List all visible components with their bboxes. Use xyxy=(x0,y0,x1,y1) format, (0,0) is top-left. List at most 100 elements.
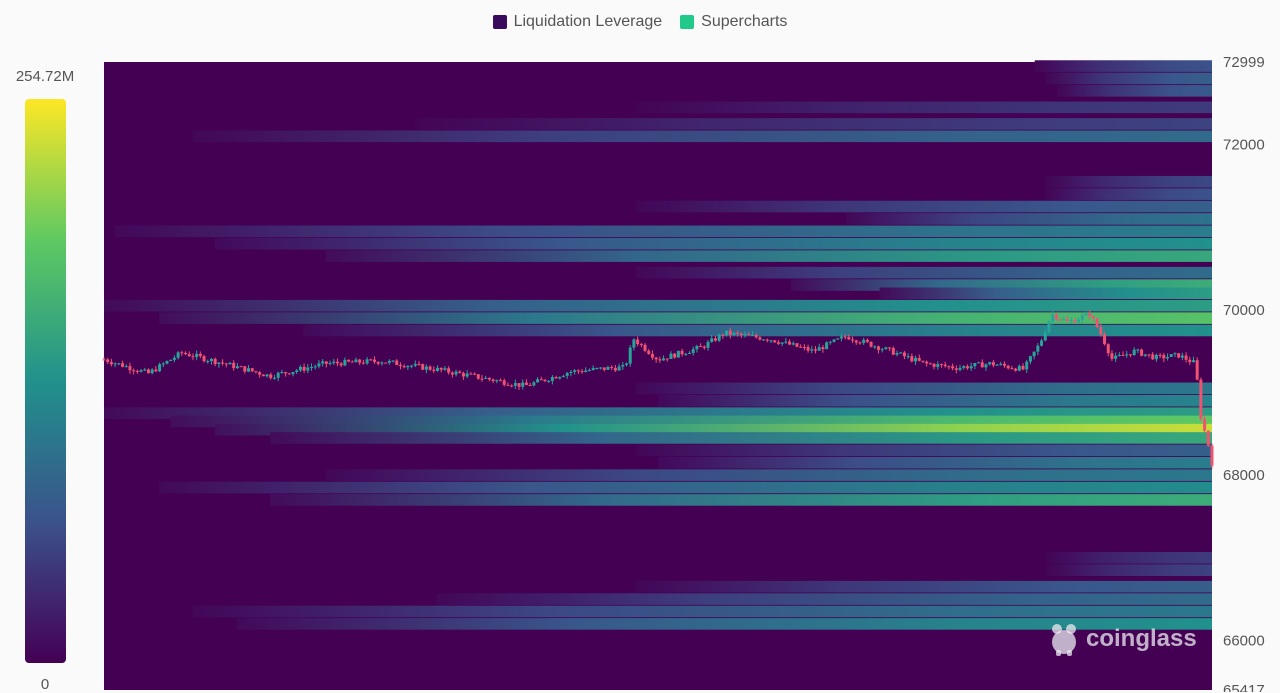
candle-body xyxy=(832,339,836,342)
candle-body xyxy=(1110,353,1114,359)
candle-body xyxy=(328,363,332,365)
candle-body xyxy=(836,338,840,340)
heat-band xyxy=(658,394,1212,407)
candle-body xyxy=(1173,353,1177,355)
candle-body xyxy=(1025,361,1029,370)
candle-body xyxy=(769,340,773,342)
candle-body xyxy=(743,334,747,336)
candle-body xyxy=(725,330,729,336)
heat-band xyxy=(1034,60,1212,72)
candle-body xyxy=(839,336,843,339)
heat-band xyxy=(879,287,1212,300)
candle-body xyxy=(980,362,984,368)
candle-body xyxy=(825,342,829,350)
candle-body xyxy=(369,359,373,361)
y-tick-label: 72999 xyxy=(1223,54,1265,71)
candle-body xyxy=(150,369,154,374)
candle-body xyxy=(654,357,658,360)
candle-body xyxy=(254,371,258,373)
candle-body xyxy=(984,364,988,368)
candle-body xyxy=(558,376,562,379)
candle-body xyxy=(106,359,110,363)
heat-band xyxy=(159,481,1212,494)
candle-body xyxy=(639,344,643,346)
candle-body xyxy=(706,341,710,348)
candle-body xyxy=(365,359,369,364)
candle-body xyxy=(428,366,432,370)
candle-body xyxy=(158,364,162,372)
candle-body xyxy=(610,366,614,368)
candle-body xyxy=(676,350,680,358)
candle-body xyxy=(276,372,280,378)
candle-body xyxy=(265,374,269,377)
candle-body xyxy=(732,332,736,335)
candle-body xyxy=(828,341,832,343)
heat-band xyxy=(1045,188,1212,200)
candle-body xyxy=(862,339,866,344)
candle-body xyxy=(261,374,265,377)
candle-body xyxy=(221,362,225,364)
heatmap-chart[interactable]: 72999 72000 70000 68000 66000 65417 xyxy=(0,0,1280,692)
candle-body xyxy=(613,367,617,371)
candle-body xyxy=(999,363,1003,365)
candle-body xyxy=(621,364,625,367)
candle-body xyxy=(339,363,343,366)
candle-body xyxy=(1002,363,1006,366)
candle-body xyxy=(502,380,506,385)
candle-body xyxy=(1036,345,1040,352)
candle-body xyxy=(1136,349,1140,351)
watermark: coinglass xyxy=(1048,622,1197,656)
candle-body xyxy=(969,366,973,369)
candle-body xyxy=(995,364,999,366)
candle-body xyxy=(206,360,210,362)
candle-body xyxy=(135,371,139,373)
candle-body xyxy=(817,347,821,351)
candle-body xyxy=(528,385,532,387)
heat-band xyxy=(104,299,1212,312)
candle-body xyxy=(447,368,451,373)
candle-body xyxy=(476,374,480,379)
candle-body xyxy=(1043,332,1047,341)
candle-body xyxy=(576,370,580,372)
candle-body xyxy=(1180,355,1184,358)
heat-band xyxy=(1045,72,1212,85)
candle-body xyxy=(765,339,769,341)
candle-body xyxy=(943,364,947,367)
candle-body xyxy=(858,342,862,344)
candle-body xyxy=(791,343,795,345)
candle-body xyxy=(213,358,217,365)
candle-body xyxy=(795,343,799,347)
candle-body xyxy=(536,379,540,383)
candle-body xyxy=(680,350,684,355)
candle-body xyxy=(1128,354,1132,356)
candle-body xyxy=(1140,349,1144,356)
candle-body xyxy=(1169,354,1173,357)
candle-body xyxy=(891,348,895,355)
candle-body xyxy=(109,362,113,365)
candle-body xyxy=(758,337,762,340)
heat-band xyxy=(192,605,1212,618)
candle-body xyxy=(750,334,754,336)
candle-body xyxy=(184,352,188,355)
candle-body xyxy=(161,363,165,365)
candle-body xyxy=(398,365,402,367)
y-tick-label: 66000 xyxy=(1223,632,1265,649)
heat-band xyxy=(635,580,1212,593)
candle-body xyxy=(673,353,677,358)
candle-body xyxy=(939,364,943,366)
candle-body xyxy=(306,367,310,371)
candle-body xyxy=(1095,318,1099,328)
candle-body xyxy=(543,379,547,382)
candle-body xyxy=(439,367,443,370)
heat-band xyxy=(635,266,1212,279)
candle-body xyxy=(224,363,228,365)
candle-body xyxy=(473,373,477,375)
candle-body xyxy=(1021,365,1025,370)
candle-body xyxy=(580,371,584,373)
candle-body xyxy=(658,359,662,361)
heat-band xyxy=(414,118,1212,130)
candle-body xyxy=(484,377,488,379)
candle-body xyxy=(921,360,925,362)
candle-body xyxy=(847,337,851,340)
candle-body xyxy=(506,384,510,386)
